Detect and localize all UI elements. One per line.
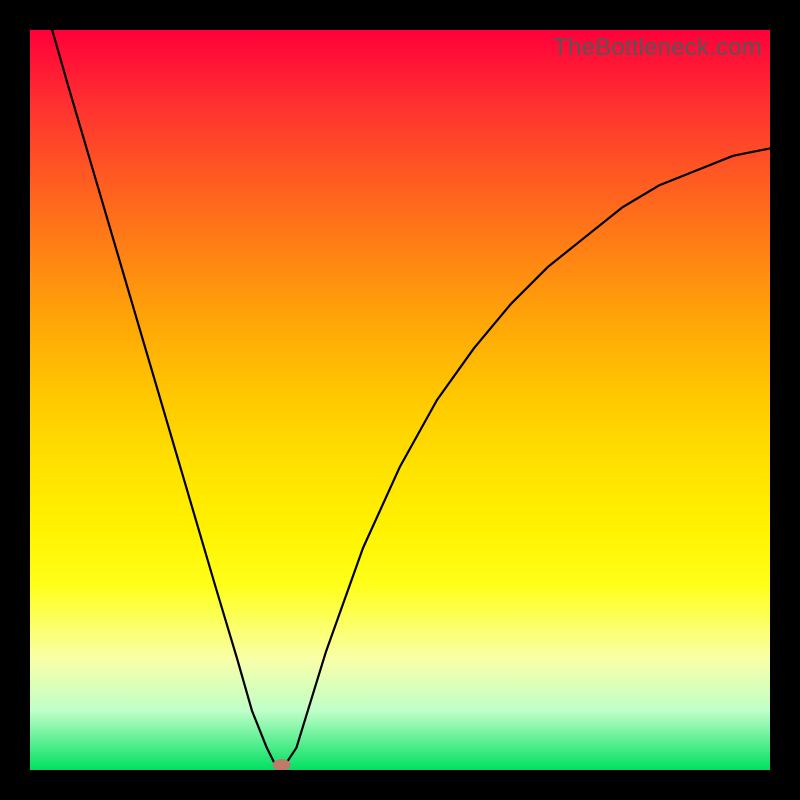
curve-path [52,30,770,770]
plot-area: TheBottleneck.com [30,30,770,770]
chart-frame: TheBottleneck.com [0,0,800,800]
bottleneck-curve [30,30,770,770]
